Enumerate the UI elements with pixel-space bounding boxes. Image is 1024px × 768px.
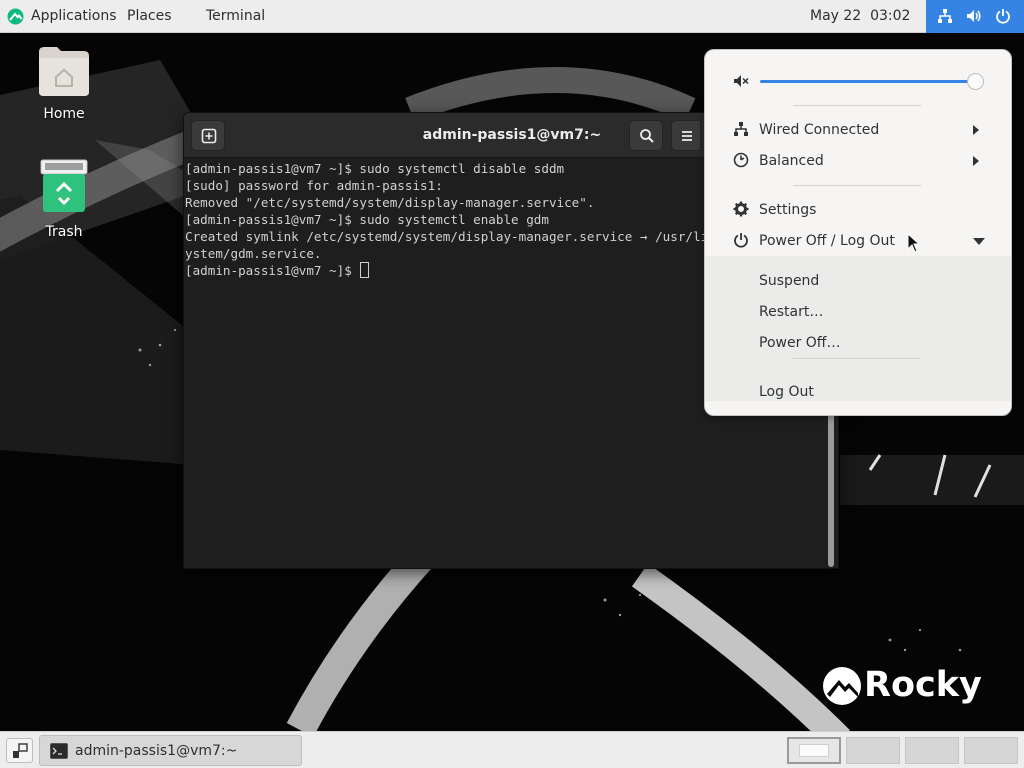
network-icon xyxy=(938,9,952,23)
power-submenu: Suspend Restart… Power Off… Log Out xyxy=(705,256,1011,401)
volume-muted-icon[interactable] xyxy=(733,73,749,89)
power-icon xyxy=(734,233,748,248)
network-wired-icon xyxy=(734,122,748,136)
desktop-icon-home[interactable]: Home xyxy=(24,44,104,122)
applications-menu[interactable]: Applications xyxy=(31,8,117,25)
chevron-right-icon xyxy=(973,125,979,135)
top-panel: Applications Places Terminal May 22 03:0… xyxy=(0,0,1024,33)
trash-icon xyxy=(40,159,88,212)
menu-item-power-off[interactable]: Power Off… xyxy=(759,334,840,352)
terminal-search-button[interactable] xyxy=(629,120,663,151)
rocky-logo-icon[interactable] xyxy=(7,8,24,25)
menu-separator xyxy=(793,358,921,359)
menu-item-label: Settings xyxy=(759,202,817,218)
menu-item-power-off-log-out[interactable]: Power Off / Log Out xyxy=(705,226,1011,256)
menu-separator xyxy=(793,105,921,106)
menu-item-power-mode[interactable]: Balanced xyxy=(705,146,1011,176)
home-folder-icon xyxy=(39,47,89,96)
menu-item-label: Power Off / Log Out xyxy=(759,233,895,249)
menu-item-settings[interactable]: Settings xyxy=(705,195,1011,225)
chevron-right-icon xyxy=(973,156,979,166)
terminal-app-menu[interactable]: Terminal xyxy=(206,8,265,25)
terminal-scrollbar[interactable] xyxy=(828,413,834,567)
show-desktop-button[interactable] xyxy=(6,738,33,763)
rocky-mark-icon xyxy=(823,667,861,705)
search-icon xyxy=(640,129,654,143)
menu-separator xyxy=(793,185,921,186)
hamburger-menu-icon xyxy=(682,131,692,141)
workspace-3[interactable] xyxy=(905,737,959,764)
system-menu: Wired Connected Balanced Settings Power … xyxy=(704,49,1012,416)
power-profile-icon xyxy=(733,152,749,168)
bottom-panel: admin-passis1@vm7:~ xyxy=(0,731,1024,768)
taskbar-item-label: admin-passis1@vm7:~ xyxy=(75,743,238,759)
menu-item-label: Wired Connected xyxy=(759,122,880,138)
workspace-4[interactable] xyxy=(964,737,1018,764)
gear-icon xyxy=(733,201,749,217)
places-menu[interactable]: Places xyxy=(127,8,172,25)
desktop-icon-trash[interactable]: Trash xyxy=(24,158,104,240)
clock[interactable]: May 22 03:02 xyxy=(810,8,910,25)
workspace-1[interactable] xyxy=(787,737,841,764)
workspace-window-thumbnail xyxy=(799,744,829,757)
rocky-logo-text: Rocky xyxy=(864,665,982,705)
menu-item-log-out[interactable]: Log Out xyxy=(759,383,814,401)
taskbar-item-terminal[interactable]: admin-passis1@vm7:~ xyxy=(39,735,302,766)
volume-icon xyxy=(967,10,981,22)
menu-item-wired-connected[interactable]: Wired Connected xyxy=(705,115,1011,145)
workspace-2[interactable] xyxy=(846,737,900,764)
desktop-icon-label: Home xyxy=(43,106,85,122)
power-icon xyxy=(996,9,1010,24)
mouse-cursor-icon xyxy=(907,233,921,253)
desktop-icon-label: Trash xyxy=(45,224,83,240)
menu-item-suspend[interactable]: Suspend xyxy=(759,272,819,290)
menu-item-label: Balanced xyxy=(759,153,824,169)
menu-item-restart[interactable]: Restart… xyxy=(759,303,823,321)
system-tray[interactable] xyxy=(926,0,1024,33)
show-desktop-icon xyxy=(13,743,28,758)
terminal-icon xyxy=(50,743,68,759)
terminal-prompt: [admin-passis1@vm7 ~]$ xyxy=(185,263,360,278)
terminal-cursor xyxy=(360,262,370,278)
volume-slider-handle[interactable] xyxy=(967,73,984,90)
chevron-down-icon xyxy=(973,238,985,245)
volume-slider-track[interactable] xyxy=(760,80,978,83)
terminal-menu-button[interactable] xyxy=(671,120,701,151)
